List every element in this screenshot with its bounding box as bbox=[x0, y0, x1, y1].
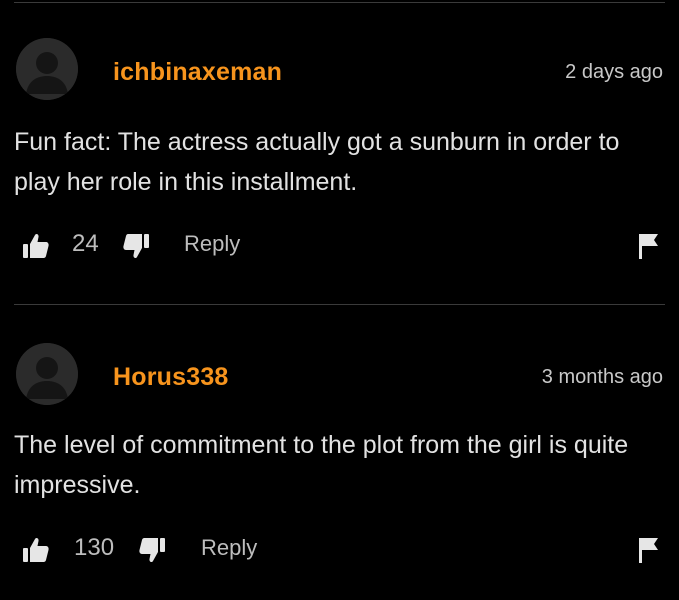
avatar-icon[interactable] bbox=[16, 38, 78, 100]
comment-username[interactable]: ichbinaxeman bbox=[113, 58, 282, 87]
comment-text: The level of commitment to the plot from… bbox=[14, 431, 629, 499]
comment-actions: 24 Reply bbox=[14, 228, 664, 264]
comment-actions: 130 Reply bbox=[14, 532, 664, 568]
comment-divider bbox=[14, 304, 665, 305]
comment-username[interactable]: Horus338 bbox=[113, 363, 229, 392]
thumbs-down-icon[interactable] bbox=[122, 232, 150, 260]
reply-button[interactable]: Reply bbox=[201, 535, 257, 561]
flag-icon[interactable] bbox=[638, 536, 660, 564]
thumbs-up-icon[interactable] bbox=[22, 232, 50, 260]
thumbs-up-icon[interactable] bbox=[22, 536, 50, 564]
comment-timestamp: 2 days ago bbox=[565, 61, 663, 83]
top-divider bbox=[14, 2, 665, 3]
comment-text: Fun fact: The actress actually got a sun… bbox=[14, 128, 620, 196]
flag-icon[interactable] bbox=[638, 232, 660, 260]
thumbs-down-icon[interactable] bbox=[138, 536, 166, 564]
comments-page: ichbinaxeman 2 days ago Fun fact: The ac… bbox=[0, 0, 679, 600]
reply-button[interactable]: Reply bbox=[184, 231, 240, 257]
like-count: 130 bbox=[74, 534, 115, 561]
avatar-icon[interactable] bbox=[16, 343, 78, 405]
like-count: 24 bbox=[72, 230, 99, 257]
comment-timestamp: 3 months ago bbox=[541, 366, 663, 388]
